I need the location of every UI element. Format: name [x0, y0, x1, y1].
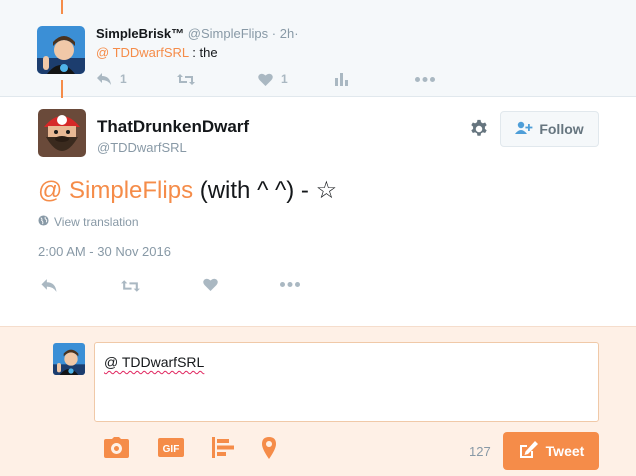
- mention-link[interactable]: @ TDDwarfSRL: [96, 45, 189, 60]
- display-name[interactable]: SimpleBrisk™: [96, 26, 184, 41]
- retweet-button[interactable]: [120, 279, 141, 293]
- reply-button[interactable]: [40, 278, 58, 293]
- reply-button[interactable]: 1: [96, 72, 127, 86]
- tweet-body: (with ^ ^) - ☆: [193, 177, 338, 204]
- reply-body: : the: [188, 45, 218, 60]
- avatar: [53, 343, 85, 375]
- gear-icon: [468, 119, 490, 144]
- reply-text: @ TDDwarfSRL : the: [96, 45, 218, 60]
- more-icon: [280, 282, 300, 287]
- follow-label: Follow: [539, 121, 584, 137]
- retweet-icon: [176, 73, 196, 86]
- retweet-icon: [120, 279, 141, 293]
- follow-person-icon: [515, 121, 539, 138]
- like-icon: [258, 73, 273, 86]
- tweet-timestamp[interactable]: 2:00 AM - 30 Nov 2016: [38, 244, 171, 259]
- tweet-text: @ SimpleFlips (with ^ ^) - ☆: [38, 176, 337, 205]
- retweet-button[interactable]: [176, 73, 196, 86]
- analytics-button[interactable]: [335, 73, 348, 86]
- username[interactable]: @TDDwarfSRL: [97, 140, 187, 155]
- mention-link[interactable]: @ SimpleFlips: [38, 177, 193, 204]
- svg-text:GIF: GIF: [163, 444, 180, 455]
- add-poll-button[interactable]: [212, 437, 234, 463]
- main-tweet: ThatDrunkenDwarf @TDDwarfSRL Follow @ Si…: [0, 98, 636, 326]
- add-location-button[interactable]: [262, 437, 276, 464]
- thread-line: [61, 0, 63, 14]
- more-button[interactable]: [280, 282, 300, 287]
- compose-icon: [518, 440, 546, 462]
- like-icon: [203, 278, 218, 291]
- tweet-button-label: Tweet: [545, 443, 585, 459]
- settings-button[interactable]: [468, 118, 490, 140]
- reply-header: SimpleBrisk™ @SimpleFlips · 2h·: [96, 26, 299, 41]
- like-button[interactable]: [203, 278, 218, 291]
- username[interactable]: @SimpleFlips: [188, 26, 268, 41]
- location-icon: [262, 437, 276, 463]
- reply-compose-box: @ TDDwarfSRL GIF 127 Tweet: [0, 326, 636, 476]
- more-icon: [415, 77, 435, 82]
- analytics-icon: [335, 73, 348, 86]
- gif-icon: GIF: [158, 438, 184, 462]
- add-photo-button[interactable]: [104, 437, 129, 463]
- globe-icon: [38, 215, 54, 229]
- reply-icon: [96, 72, 112, 86]
- follow-button[interactable]: Follow: [500, 111, 599, 147]
- display-name[interactable]: ThatDrunkenDwarf: [97, 117, 249, 137]
- compose-text: @ TDDwarfSRL: [104, 354, 205, 370]
- poll-icon: [212, 437, 234, 462]
- camera-icon: [104, 437, 129, 462]
- like-button[interactable]: 1: [258, 72, 288, 86]
- view-translation-link[interactable]: View translation: [38, 215, 139, 229]
- reply-count: 1: [120, 72, 127, 86]
- avatar[interactable]: [38, 109, 86, 157]
- tweet-time[interactable]: · 2h·: [272, 26, 299, 41]
- more-button[interactable]: [415, 77, 435, 82]
- like-count: 1: [281, 72, 288, 86]
- avatar[interactable]: [37, 26, 85, 74]
- reply-tweet[interactable]: SimpleBrisk™ @SimpleFlips · 2h· @ TDDwar…: [0, 0, 636, 97]
- add-gif-button[interactable]: GIF: [158, 437, 184, 463]
- character-count: 127: [469, 444, 491, 459]
- view-translation-label: View translation: [54, 215, 139, 229]
- tweet-compose-input[interactable]: @ TDDwarfSRL: [94, 342, 599, 422]
- tweet-button[interactable]: Tweet: [503, 432, 599, 470]
- reply-icon: [40, 278, 58, 293]
